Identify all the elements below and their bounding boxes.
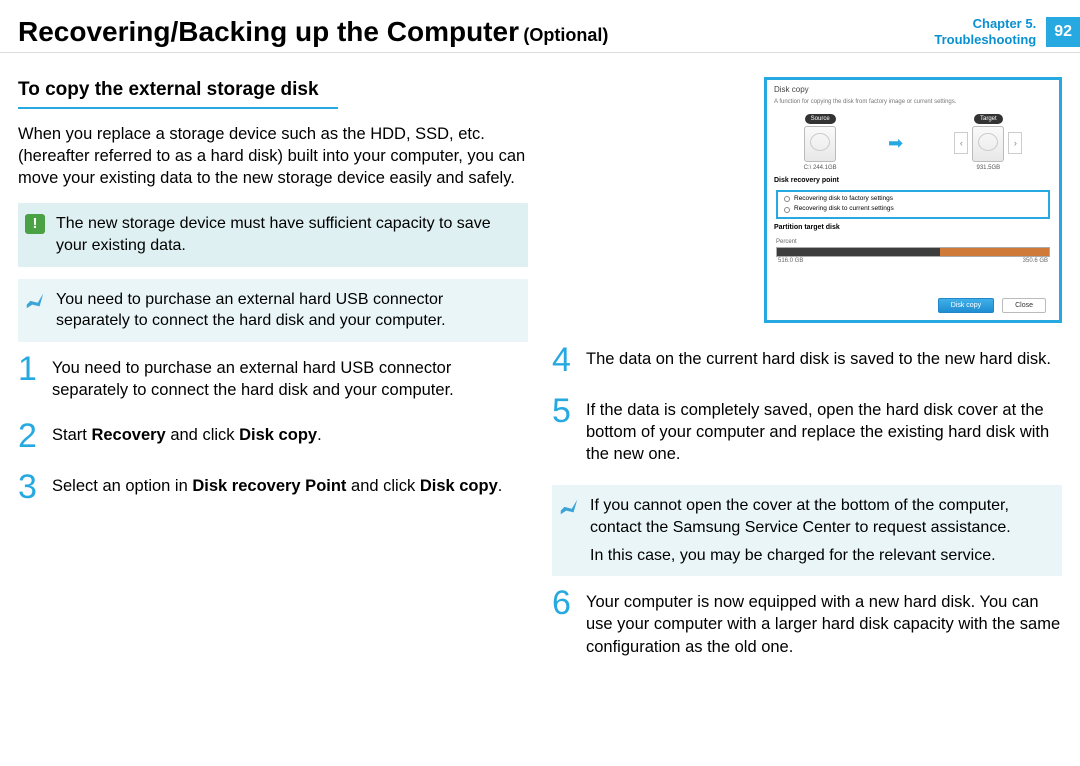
section-title: To copy the external storage disk (18, 77, 338, 109)
left-column: To copy the external storage disk When y… (18, 77, 528, 678)
header-right: Chapter 5. Troubleshooting 92 (934, 16, 1080, 47)
step-1-text: You need to purchase an external hard US… (52, 354, 528, 402)
partition-area: Percent 516.0 GB 350.6 GB (776, 238, 1050, 264)
source-disk: Source C:\ 244.1GB (804, 114, 837, 172)
target-disk: Target 931.5GB (972, 114, 1004, 172)
step-number: 5 (552, 396, 574, 427)
recovery-point-label: Disk recovery point (770, 174, 1056, 187)
warning-icon: ! (24, 213, 46, 235)
partition-label: Partition target disk (770, 221, 1056, 234)
step-3-text: Select an option in Disk recovery Point … (52, 472, 502, 497)
step-6-text: Your computer is now equipped with a new… (586, 588, 1062, 658)
disk-copy-dialog: Disk copy A function for copying the dis… (764, 77, 1062, 323)
callout-note-1: You need to purchase an external hard US… (18, 279, 528, 342)
target-nav: ‹ Target 931.5GB › (954, 114, 1022, 172)
hdd-icon (804, 126, 836, 162)
step-5-text: If the data is completely saved, open th… (586, 396, 1062, 466)
callout-note-2: If you cannot open the cover at the bott… (552, 485, 1062, 576)
recovery-point-options: Recovering disk to factory settings Reco… (776, 190, 1050, 220)
step-number: 1 (18, 354, 40, 385)
chevron-right-icon[interactable]: › (1008, 132, 1022, 154)
right-column: Disk copy A function for copying the dis… (552, 77, 1062, 678)
chapter-label: Chapter 5. Troubleshooting (934, 16, 1036, 47)
step-4: 4 The data on the current hard disk is s… (552, 345, 1062, 376)
note-icon (558, 495, 580, 517)
step-3: 3 Select an option in Disk recovery Poin… (18, 472, 528, 503)
step-2-text: Start Recovery and click Disk copy. (52, 421, 322, 446)
callout-note-2-text: If you cannot open the cover at the bott… (590, 495, 1052, 566)
arrow-right-icon: ➡ (888, 131, 903, 155)
note-icon (24, 289, 46, 311)
partition-bar[interactable] (776, 247, 1050, 257)
intro-text: When you replace a storage device such a… (18, 123, 528, 190)
page-title: Recovering/Backing up the Computer (Opti… (18, 16, 608, 48)
callout-warning-text: The new storage device must have suffici… (56, 213, 518, 256)
step-4-text: The data on the current hard disk is sav… (586, 345, 1051, 370)
disk-copy-button[interactable]: Disk copy (938, 298, 994, 313)
callout-warning: ! The new storage device must have suffi… (18, 203, 528, 266)
title-main: Recovering/Backing up the Computer (18, 16, 519, 47)
title-sub: (Optional) (523, 25, 608, 45)
radio-factory[interactable]: Recovering disk to factory settings (784, 195, 1042, 204)
step-number: 4 (552, 345, 574, 376)
step-number: 6 (552, 588, 574, 619)
radio-current[interactable]: Recovering disk to current settings (784, 205, 1042, 214)
page-number: 92 (1046, 17, 1080, 47)
step-2: 2 Start Recovery and click Disk copy. (18, 421, 528, 452)
dialog-buttons: Disk copy Close (770, 292, 1056, 317)
hdd-icon (972, 126, 1004, 162)
step-5: 5 If the data is completely saved, open … (552, 396, 1062, 466)
step-6: 6 Your computer is now equipped with a n… (552, 588, 1062, 658)
content-area: To copy the external storage disk When y… (0, 53, 1080, 678)
step-number: 2 (18, 421, 40, 452)
step-number: 3 (18, 472, 40, 503)
dialog-disk-stage: Source C:\ 244.1GB ➡ ‹ Target 931.5GB › (770, 110, 1056, 174)
step-1: 1 You need to purchase an external hard … (18, 354, 528, 402)
page-header: Recovering/Backing up the Computer (Opti… (0, 0, 1080, 53)
close-button[interactable]: Close (1002, 298, 1046, 313)
dialog-description: A function for copying the disk from fac… (770, 98, 1056, 110)
chevron-left-icon[interactable]: ‹ (954, 132, 968, 154)
dialog-title: Disk copy (770, 83, 1056, 98)
callout-note-1-text: You need to purchase an external hard US… (56, 289, 518, 332)
